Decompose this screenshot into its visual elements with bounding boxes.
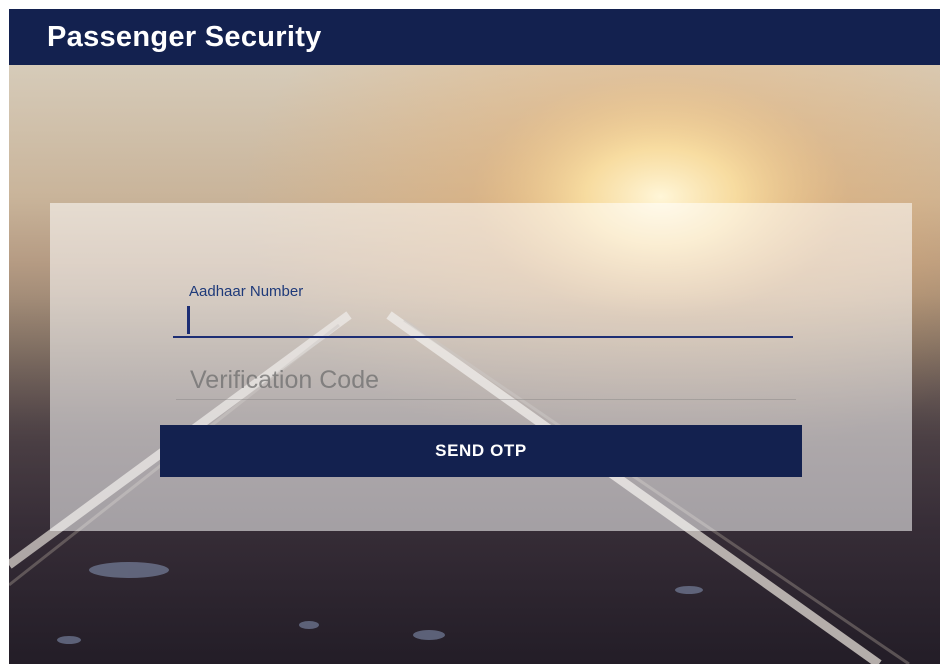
- verification-input-underline: [176, 399, 796, 400]
- verification-code-input[interactable]: [176, 360, 824, 400]
- app-title: Passenger Security: [47, 21, 322, 53]
- send-otp-button[interactable]: SEND OTP: [160, 425, 802, 477]
- aadhaar-input-underline: [173, 336, 793, 338]
- aadhaar-number-input[interactable]: [175, 303, 823, 335]
- text-cursor: [187, 306, 190, 334]
- login-card: Aadhaar Number SEND OTP: [50, 203, 912, 531]
- app-screen: Passenger Security Aadhaar Number Verifi…: [9, 9, 940, 664]
- app-bar: Passenger Security: [9, 9, 940, 65]
- aadhaar-number-label: Aadhaar Number: [189, 283, 304, 300]
